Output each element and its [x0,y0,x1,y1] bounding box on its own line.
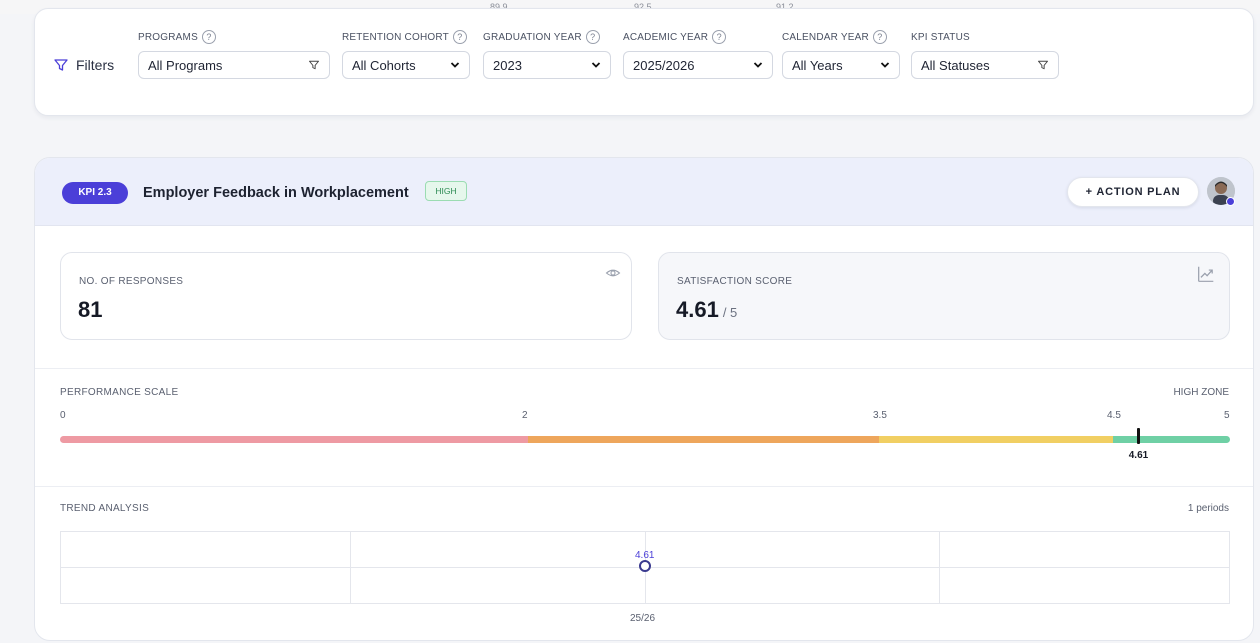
filter-graduation-year-title: GRADUATION YEAR ? [483,29,611,45]
programs-select[interactable]: All Programs [138,51,330,79]
kpi-card: KPI 2.3 Employer Feedback in Workplaceme… [34,157,1254,641]
graduation-year-select-value: 2023 [493,57,522,73]
filter-kpi-status-title: KPI STATUS [911,29,1059,45]
calendar-year-select-value: All Years [792,57,843,73]
academic-year-select[interactable]: 2025/2026 [623,51,773,79]
filter-kpi-status-label: KPI STATUS [911,31,970,43]
filter-calendar-year-title: CALENDAR YEAR ? [782,29,900,45]
performance-scale-label: PERFORMANCE SCALE [60,387,179,398]
help-icon[interactable]: ? [201,30,216,44]
scale-tick-label: 0 [60,410,66,421]
trend-icon[interactable] [1197,265,1215,283]
score-marker-label: 4.61 [1128,450,1149,461]
filters-toggle[interactable]: Filters [53,57,114,73]
avatar-status-dot [1226,197,1235,206]
performance-scale-section [35,368,1253,486]
help-icon[interactable]: ? [585,30,600,44]
programs-select-value: All Programs [148,57,223,73]
filters-label: Filters [76,57,115,73]
filter-graduation-year-label: GRADUATION YEAR [483,31,582,43]
filter-programs: PROGRAMS ? All Programs [138,29,330,79]
scale-segment [528,436,879,443]
kpi-id-badge: KPI 2.3 [62,182,128,204]
satisfaction-suffix: / 5 [722,305,738,320]
filter-kpi-status: KPI STATUS All Statuses [911,29,1059,79]
priority-badge: HIGH [425,181,467,201]
trend-x-label: 25/26 [630,613,656,624]
trend-data-point[interactable] [639,560,651,572]
filter-calendar-year-label: CALENDAR YEAR [782,31,869,43]
scale-segment [879,436,1113,443]
chevron-down-icon [880,62,890,68]
filter-icon [309,60,319,70]
filter-academic-year-label: ACADEMIC YEAR [623,31,709,43]
filter-calendar-year: CALENDAR YEAR ? All Years [782,29,900,79]
satisfaction-value: 4.61 [676,297,719,322]
help-icon[interactable]: ? [712,30,727,44]
scale-tick-label: 5 [1224,410,1230,421]
help-icon[interactable]: ? [452,30,467,44]
score-marker [1137,428,1141,444]
scale-segment [1113,436,1230,443]
kpi-status-select-value: All Statuses [921,57,990,73]
trend-analysis-label: TREND ANALYSIS [60,503,150,514]
retention-cohort-select-value: All Cohorts [352,57,416,73]
filter-icon [54,59,68,71]
performance-scale-bar [60,436,1230,443]
trend-periods-count: 1 periods [1187,503,1229,514]
responses-stat: NO. OF RESPONSES 81 [60,252,632,340]
satisfaction-value-wrap: 4.61/ 5 [676,297,737,323]
eye-icon[interactable] [605,265,621,281]
kpi-header: KPI 2.3 Employer Feedback in Workplaceme… [35,158,1253,226]
kpi-status-select[interactable]: All Statuses [911,51,1059,79]
chevron-down-icon [450,62,460,68]
academic-year-select-value: 2025/2026 [633,57,695,73]
scale-tick-label: 3.5 [873,410,887,421]
kpi-title: Employer Feedback in Workplacement [143,185,409,201]
action-plan-button-label: + ACTION PLAN [1085,186,1181,198]
filter-retention-cohort: RETENTION COHORT ? All Cohorts [342,29,470,79]
action-plan-button[interactable]: + ACTION PLAN [1067,177,1199,207]
responses-value: 81 [78,297,103,322]
filter-retention-cohort-label: RETENTION COHORT [342,31,449,43]
satisfaction-stat: SATISFACTION SCORE 4.61/ 5 [658,252,1230,340]
chevron-down-icon [591,62,601,68]
filter-retention-cohort-title: RETENTION COHORT ? [342,29,470,45]
responses-value-wrap: 81 [78,297,102,323]
satisfaction-label: SATISFACTION SCORE [677,276,793,287]
retention-cohort-select[interactable]: All Cohorts [342,51,470,79]
responses-label: NO. OF RESPONSES [79,276,184,287]
calendar-year-select[interactable]: All Years [782,51,900,79]
graduation-year-select[interactable]: 2023 [483,51,611,79]
filter-graduation-year: GRADUATION YEAR ? 2023 [483,29,611,79]
high-zone-label: HIGH ZONE [1173,387,1229,398]
scale-tick-label: 2 [522,410,528,421]
scale-tick-label: 4.5 [1107,410,1121,421]
filter-academic-year-title: ACADEMIC YEAR ? [623,29,773,45]
chevron-down-icon [753,62,763,68]
filter-programs-label: PROGRAMS [138,31,198,43]
filter-icon [1038,60,1048,70]
scale-segment [60,436,528,443]
filter-programs-title: PROGRAMS ? [138,29,330,45]
filters-panel: Filters PROGRAMS ? All Programs RETENTIO… [34,8,1254,116]
help-icon[interactable]: ? [872,30,887,44]
filter-academic-year: ACADEMIC YEAR ? 2025/2026 [623,29,773,79]
